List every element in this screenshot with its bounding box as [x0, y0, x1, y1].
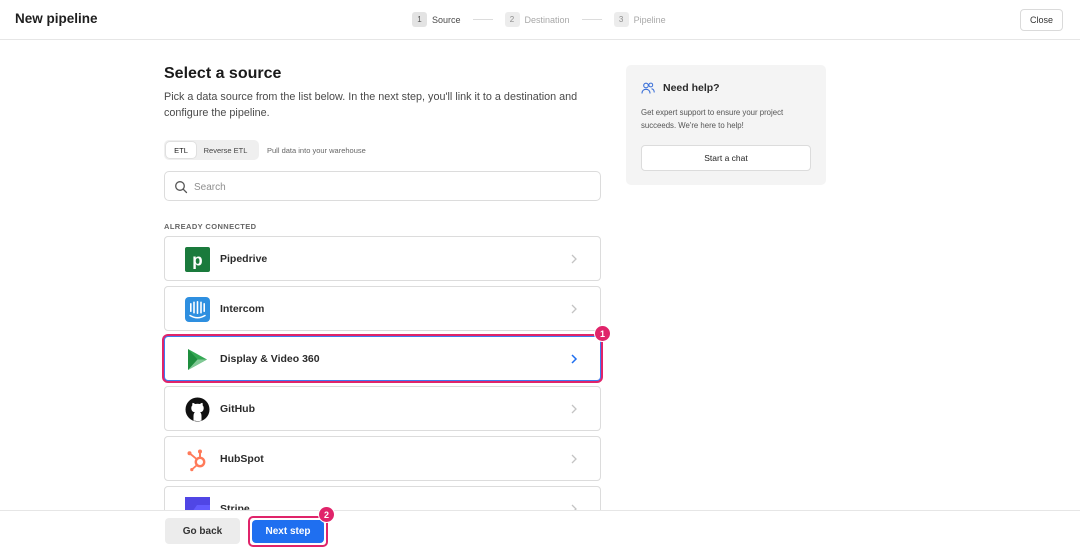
source-label: HubSpot [220, 453, 264, 465]
hubspot-logo-icon [187, 449, 206, 472]
step-pipeline: 3 Pipeline [613, 12, 666, 27]
github-logo-icon [185, 397, 210, 422]
step-label: Pipeline [633, 14, 666, 25]
close-button[interactable]: Close [1020, 9, 1063, 31]
start-chat-button[interactable]: Start a chat [641, 145, 811, 171]
step-destination: 2 Destination [504, 12, 570, 27]
mode-toggle: ETL Reverse ETL [164, 140, 259, 160]
help-title: Need help? [663, 82, 720, 94]
step-divider [581, 19, 602, 20]
source-label: Pipedrive [220, 253, 268, 265]
help-text: Get expert support to ensure your projec… [641, 108, 784, 130]
search-input[interactable] [194, 178, 594, 196]
source-item-intercom[interactable]: Intercom [164, 286, 601, 331]
stepper: 1 Source 2 Destination 3 Pipeline [412, 12, 666, 27]
chevron-right-icon [571, 404, 577, 414]
step-divider [472, 19, 493, 20]
step-badge-1: 1 [594, 325, 611, 342]
source-item-hubspot[interactable]: HubSpot [164, 436, 601, 481]
step-label: Source [432, 14, 461, 25]
step-label: Destination [524, 14, 570, 25]
chevron-right-icon [571, 254, 577, 264]
step-source: 1 Source [412, 12, 461, 27]
source-label: GitHub [220, 403, 255, 415]
chevron-right-icon [571, 454, 577, 464]
step-number: 3 [613, 12, 629, 27]
display-video-360-logo-icon [188, 349, 207, 370]
source-label: Display & Video 360 [220, 353, 320, 365]
tab-etl[interactable]: ETL [166, 142, 196, 158]
help-panel: Need help? Get expert support to ensure … [626, 65, 826, 185]
step-number: 1 [412, 12, 427, 27]
step-number: 2 [504, 12, 520, 27]
top-bar: New pipeline 1 Source 2 Destination 3 Pi… [0, 0, 1080, 40]
search-box [164, 171, 601, 201]
section-title: Select a source [164, 65, 282, 82]
go-back-button[interactable]: Go back [165, 518, 240, 544]
chevron-right-icon [571, 354, 578, 364]
next-step-highlight: Next step [248, 516, 328, 547]
users-icon [641, 82, 655, 94]
source-item-pipedrive[interactable]: p Pipedrive [164, 236, 601, 281]
section-description: Pick a data source from the list below. … [164, 91, 578, 119]
pipedrive-logo-icon: p [185, 247, 210, 272]
source-label: Intercom [220, 303, 265, 315]
page-title: New pipeline [15, 11, 98, 26]
already-connected-label: ALREADY CONNECTED [164, 222, 257, 231]
source-item-display-video-360[interactable]: Display & Video 360 [164, 336, 601, 381]
step-badge-2: 2 [318, 506, 335, 523]
chevron-right-icon [571, 304, 577, 314]
next-step-button[interactable]: Next step [252, 520, 324, 543]
svg-text:p: p [192, 251, 202, 270]
source-item-github[interactable]: GitHub [164, 386, 601, 431]
search-icon [175, 181, 188, 194]
intercom-logo-icon [185, 297, 210, 322]
tab-reverse-etl[interactable]: Reverse ETL [196, 142, 255, 158]
footer-bar: Go back Next step [0, 510, 1080, 550]
mode-hint: Pull data into your warehouse [267, 146, 366, 155]
